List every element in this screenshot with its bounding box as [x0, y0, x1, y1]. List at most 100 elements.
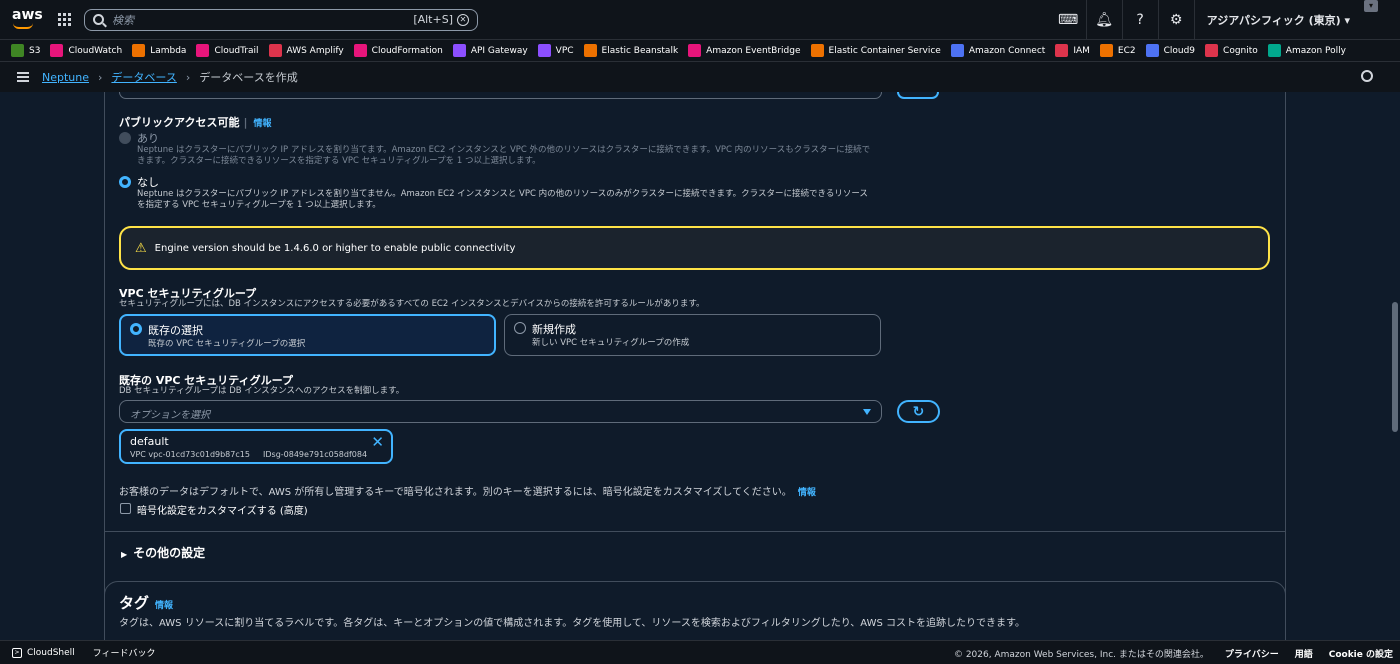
encryption-note: お客様のデータはデフォルトで、AWS が所有し管理するキーで暗号化されます。別の… [119, 483, 816, 498]
services-menu-icon[interactable] [58, 12, 72, 27]
privacy-link[interactable]: プライバシー [1225, 647, 1279, 660]
cookie-settings-link[interactable]: Cookie の設定 [1329, 647, 1393, 660]
favorite-label: CloudFormation [371, 45, 443, 56]
favorite-label: EC2 [1117, 45, 1136, 56]
aws-logo[interactable]: aws [12, 8, 43, 32]
cloudshell-label: CloudShell [27, 647, 75, 658]
service-icon [50, 44, 64, 57]
menu-icon[interactable] [17, 72, 29, 82]
page-scrollbar[interactable] [1390, 92, 1400, 640]
engine-version-warning: ⚠ Engine version should be 1.4.6.0 or hi… [119, 226, 1270, 270]
scrollbar-thumb[interactable] [1392, 302, 1398, 432]
chevron-right-icon: › [185, 70, 191, 84]
favorites-bar: S3 CloudWatch Lambda CloudTrail AWS Amplify C… [0, 40, 1400, 62]
favorite-ec2[interactable]: EC2 [1099, 44, 1136, 57]
new-sg-tile[interactable]: 新規作成 新しい VPC セキュリティグループの作成 [504, 314, 881, 356]
terminal-icon: > [12, 647, 22, 658]
other-settings-toggle[interactable]: ▶ その他の設定 [121, 544, 205, 561]
refresh-button-partial[interactable] [897, 92, 939, 99]
top-navigation: aws 検索 [Alt+S] ✕ ⌨ 🔔︎ ? ⚙ アジアパシフィック (東京)… [0, 0, 1400, 40]
vpc-select-partial[interactable] [119, 92, 882, 99]
remove-token-icon[interactable]: ✕ [371, 433, 384, 451]
connectivity-panel [104, 92, 1286, 640]
token-name: default [130, 435, 169, 448]
footer-right: © 2026, Amazon Web Services, Inc. またはその関… [938, 647, 1393, 660]
public-access-no-title[interactable]: なし [137, 174, 159, 190]
customize-encryption-checkbox[interactable] [120, 503, 131, 514]
token-id: IDsg-0849e791c058df084 [263, 450, 368, 459]
favorite-cognito[interactable]: Cognito [1205, 44, 1258, 57]
favorite-elastic-container-service[interactable]: Elastic Container Service [810, 44, 941, 57]
cloudshell-icon[interactable]: ⌨ [1051, 0, 1087, 40]
favorite-cloud9[interactable]: Cloud9 [1145, 44, 1195, 57]
favorite-vpc[interactable]: VPC [537, 44, 574, 57]
favorite-s3[interactable]: S3 [11, 44, 40, 57]
service-icon [1099, 44, 1113, 57]
favorite-elastic-beanstalk[interactable]: Elastic Beanstalk [583, 44, 678, 57]
favorite-cloudwatch[interactable]: CloudWatch [50, 44, 122, 57]
favorite-lambda[interactable]: Lambda [132, 44, 186, 57]
divider [105, 531, 1285, 532]
favorite-cloudtrail[interactable]: CloudTrail [196, 44, 259, 57]
terms-link[interactable]: 用語 [1295, 647, 1313, 660]
copyright: © 2026, Amazon Web Services, Inc. またはその関… [953, 650, 1209, 660]
existing-sg-title: 既存の選択 [148, 324, 203, 337]
encryption-info-link[interactable]: 情報 [798, 488, 816, 498]
favorite-cloudformation[interactable]: CloudFormation [353, 44, 443, 57]
new-sg-desc: 新しい VPC セキュリティグループの作成 [532, 338, 690, 348]
public-access-no-desc-1: Neptune はクラスターにパブリック IP アドレスを割り当てません。Ama… [137, 189, 868, 199]
scroll-up-icon[interactable]: ▾ [1364, 0, 1378, 12]
vpc-sg-desc: セキュリティグループには、DB インスタンスにアクセスする必要があるすべての E… [119, 299, 705, 309]
cloudshell-button[interactable]: > CloudShell [12, 647, 75, 658]
existing-sg-tile[interactable]: 既存の選択 既存の VPC セキュリティグループの選択 [119, 314, 496, 356]
favorite-amazon-polly[interactable]: Amazon Polly [1267, 44, 1346, 57]
gear-icon[interactable]: ⚙ [1159, 0, 1195, 40]
new-sg-title: 新規作成 [532, 323, 576, 336]
favorite-label: Elastic Container Service [828, 45, 941, 56]
bell-icon[interactable]: 🔔︎ [1087, 0, 1123, 40]
breadcrumb-current: データベースを作成 [199, 71, 298, 84]
breadcrumb-neptune[interactable]: Neptune [42, 71, 89, 84]
refresh-button[interactable]: ↻ [897, 400, 940, 423]
refresh-icon: ↻ [912, 403, 925, 420]
footer: > CloudShell フィードバック © 2026, Amazon Web S… [0, 640, 1400, 664]
new-sg-radio[interactable] [514, 322, 526, 334]
favorite-iam[interactable]: IAM [1055, 44, 1090, 57]
security-group-select[interactable]: オプションを選択 [119, 400, 882, 423]
favorite-label: API Gateway [470, 45, 528, 56]
service-icon [1055, 44, 1069, 57]
favorite-amazon-connect[interactable]: Amazon Connect [950, 44, 1045, 57]
public-access-no-radio[interactable] [119, 176, 131, 188]
favorite-label: Amazon Polly [1285, 45, 1346, 56]
customize-encryption-label[interactable]: 暗号化設定をカスタマイズする (高度) [137, 502, 308, 517]
region-selector[interactable]: アジアパシフィック (東京) ▾ [1207, 12, 1350, 28]
breadcrumb-bar: Neptune › データベース › データベースを作成 [0, 62, 1400, 92]
favorite-label: S3 [29, 45, 41, 56]
service-icon [1267, 44, 1281, 57]
existing-sg-radio[interactable] [130, 323, 142, 335]
service-icon [537, 44, 551, 57]
chevron-right-icon: › [98, 70, 103, 84]
favorite-label: IAM [1073, 45, 1090, 56]
search-input[interactable]: 検索 [112, 12, 413, 28]
clear-search-icon[interactable]: ✕ [457, 13, 469, 26]
breadcrumb: Neptune › データベース › データベースを作成 [42, 69, 298, 85]
favorite-label: VPC [555, 45, 574, 56]
favorite-amazon-eventbridge[interactable]: Amazon EventBridge [688, 44, 801, 57]
help-icon[interactable]: ? [1123, 0, 1159, 40]
favorite-label: CloudWatch [68, 45, 123, 56]
service-icon [1205, 44, 1219, 57]
public-access-info-link[interactable]: 情報 [253, 119, 271, 129]
tags-info-link[interactable]: 情報 [155, 601, 173, 611]
favorite-api-gateway[interactable]: API Gateway [452, 44, 528, 57]
search-bar[interactable]: 検索 [Alt+S] ✕ [84, 8, 478, 31]
favorite-aws-amplify[interactable]: AWS Amplify [268, 44, 344, 57]
nav-right-group: ⌨ 🔔︎ ? ⚙ アジアパシフィック (東京) ▾ [1051, 0, 1350, 40]
favorite-label: Lambda [150, 45, 187, 56]
tags-heading: タグ 情報 [119, 592, 173, 613]
caret-right-icon: ▶ [121, 550, 128, 559]
settings-icon[interactable] [1361, 70, 1373, 82]
public-access-yes-desc-2: きます。クラスターに接続できるリソースを指定する VPC セキュリティグループを… [137, 156, 541, 166]
breadcrumb-databases[interactable]: データベース [111, 69, 176, 85]
feedback-link[interactable]: フィードバック [93, 646, 156, 659]
